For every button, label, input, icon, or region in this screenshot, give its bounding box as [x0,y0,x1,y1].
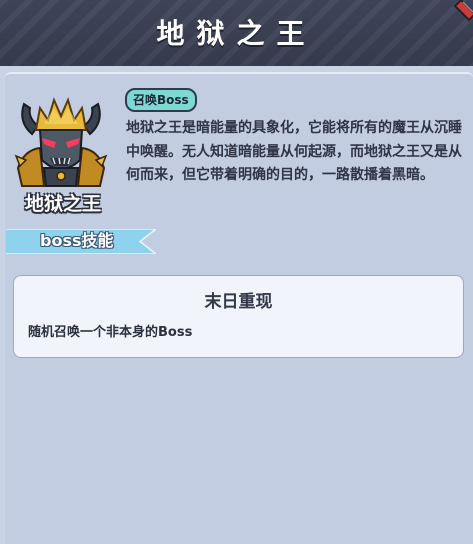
skills-section-label: boss技能 [40,231,114,250]
skill-description: 随机召唤一个非本身的Boss [28,325,193,340]
skill-card: 末日重现 随机召唤一个非本身的Boss [13,275,464,358]
boss-avatar-icon [14,97,108,187]
boss-name: 地狱之王 [24,193,101,215]
boss-description: 地狱之王是暗能量的具象化，它能将所有的魔王从沉睡中唤醒。无人知道暗能量从何起源，… [126,120,462,183]
close-icon[interactable] [451,0,473,24]
boss-type-badge: 召唤Boss [125,88,197,112]
page-title: 地狱之王 [156,17,317,50]
header-bar: 地狱之王 [0,0,473,66]
skill-name: 末日重现 [204,292,273,312]
